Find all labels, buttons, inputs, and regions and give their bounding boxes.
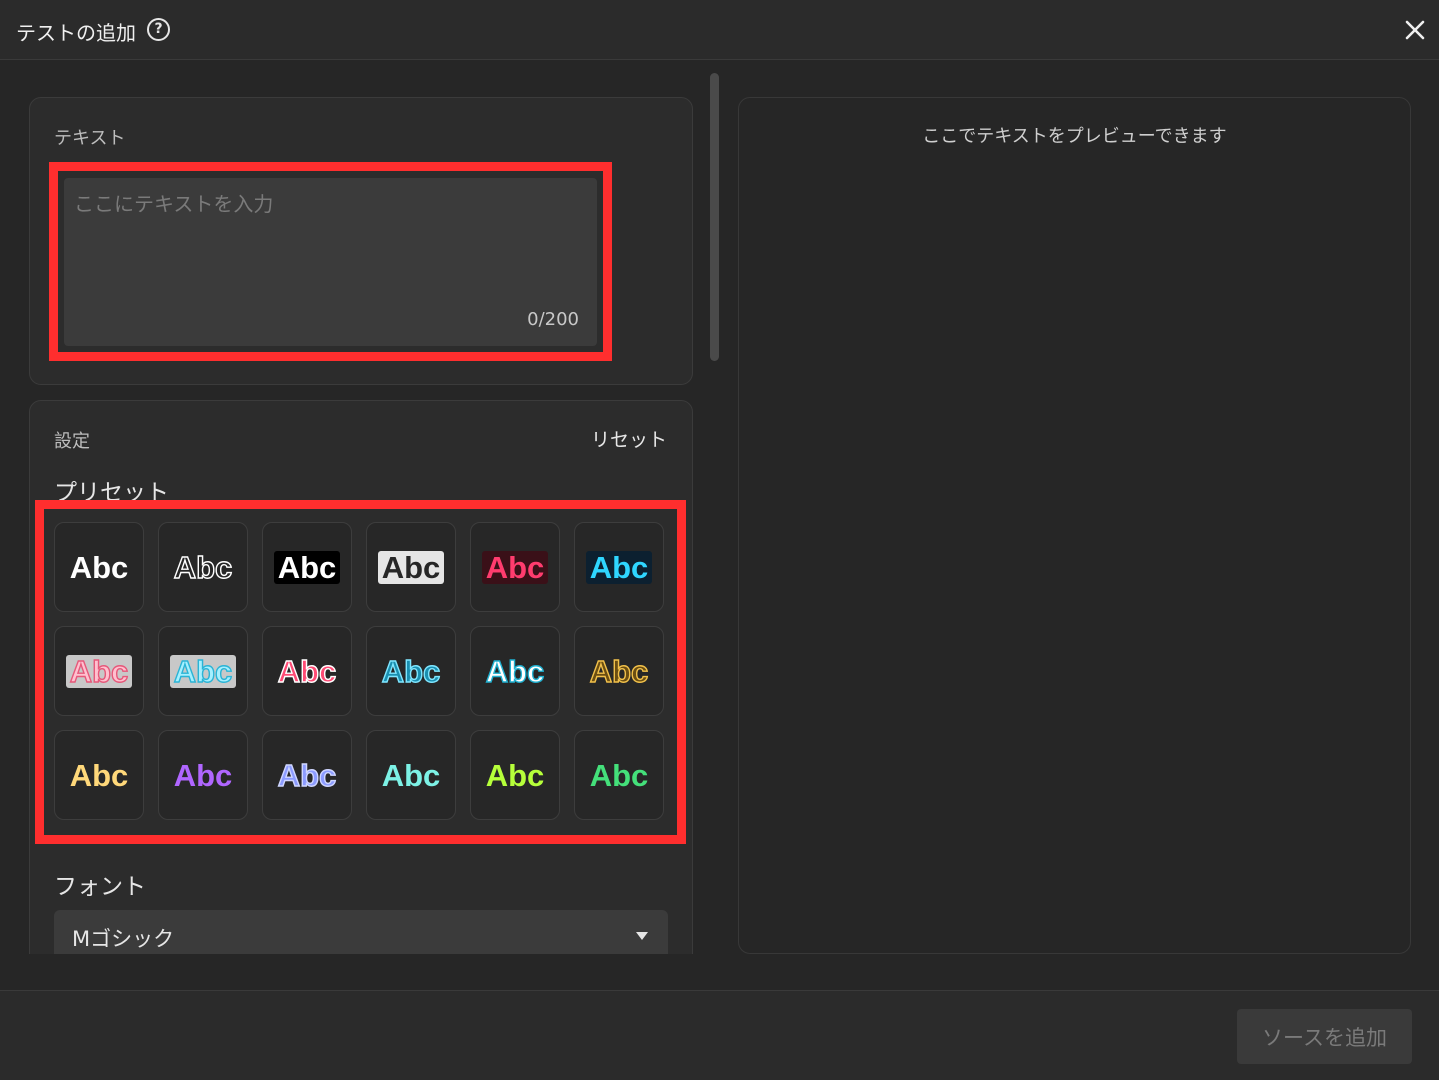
add-source-button[interactable]: ソースを追加 — [1237, 1009, 1412, 1064]
reset-button[interactable]: リセット — [591, 425, 667, 452]
font-select[interactable]: Mゴシック — [54, 910, 668, 954]
highlight-box-text — [49, 162, 612, 361]
preview-hint: ここでテキストをプレビューできます — [922, 126, 1227, 147]
help-icon[interactable]: ? — [147, 18, 170, 41]
scrollbar-thumb[interactable] — [710, 73, 719, 361]
text-label: テキスト — [54, 128, 126, 149]
text-card: テキスト ここにテキストを入力 0/200 — [29, 97, 693, 385]
font-title: フォント — [54, 874, 146, 900]
preview-panel: ここでテキストをプレビューできます — [738, 97, 1411, 954]
dialog-title: テストの追加 — [16, 21, 136, 45]
settings-label: 設定 — [54, 431, 90, 452]
highlight-box-presets — [35, 500, 686, 844]
settings-column: テキスト ここにテキストを入力 0/200 設定 リセット プリセット Abc A… — [0, 61, 712, 954]
caret-down-icon — [636, 932, 648, 940]
dialog-footer: ソースを追加 — [0, 990, 1439, 1080]
settings-card: 設定 リセット プリセット Abc Abc Abc Abc Abc Abc Abc Abc Ab… — [29, 400, 693, 954]
dialog-titlebar: テストの追加 ? — [0, 0, 1439, 60]
font-select-value: Mゴシック — [72, 927, 175, 951]
close-icon[interactable] — [1402, 17, 1428, 43]
